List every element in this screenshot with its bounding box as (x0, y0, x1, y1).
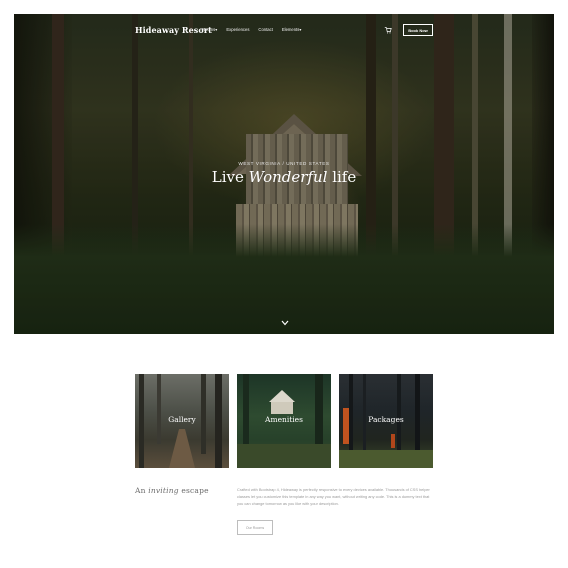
nav-link-rooms[interactable]: Rooms▾ (202, 27, 217, 32)
top-navbar: Hideaway Resort Rooms▾ Experiences Conta… (14, 14, 554, 48)
our-rooms-button[interactable]: Our Rooms (237, 520, 273, 535)
intro-paragraph: Crafted with Bootstrap 4, Hideaway is pe… (237, 487, 430, 507)
hero-title: Live Wonderful life (211, 168, 357, 186)
card-label-packages: Packages (368, 415, 404, 424)
gallery-card[interactable]: Gallery (135, 374, 229, 468)
amenities-card[interactable]: Amenities (237, 374, 331, 468)
hero-section: Hideaway Resort Rooms▾ Experiences Conta… (14, 14, 554, 334)
book-now-button[interactable]: Book Now (403, 24, 433, 36)
cart-icon[interactable] (384, 26, 392, 34)
card-label-gallery: Gallery (168, 415, 196, 424)
nav-link-elements[interactable]: Elements▾ (282, 27, 302, 32)
chevron-down-icon[interactable] (281, 320, 289, 326)
nav-link-contact[interactable]: Contact (258, 27, 272, 32)
nav-menu: Rooms▾ Experiences Contact Elements▾ (202, 27, 301, 32)
card-label-amenities: Amenities (265, 415, 303, 424)
nav-link-experiences[interactable]: Experiences (226, 27, 249, 32)
hero-subtitle: WEST VIRGINIA / UNITED STATES (238, 161, 330, 166)
intro-heading: An inviting escape (135, 486, 209, 495)
packages-card[interactable]: Packages (339, 374, 433, 468)
brand-logo[interactable]: Hideaway Resort (135, 25, 212, 35)
